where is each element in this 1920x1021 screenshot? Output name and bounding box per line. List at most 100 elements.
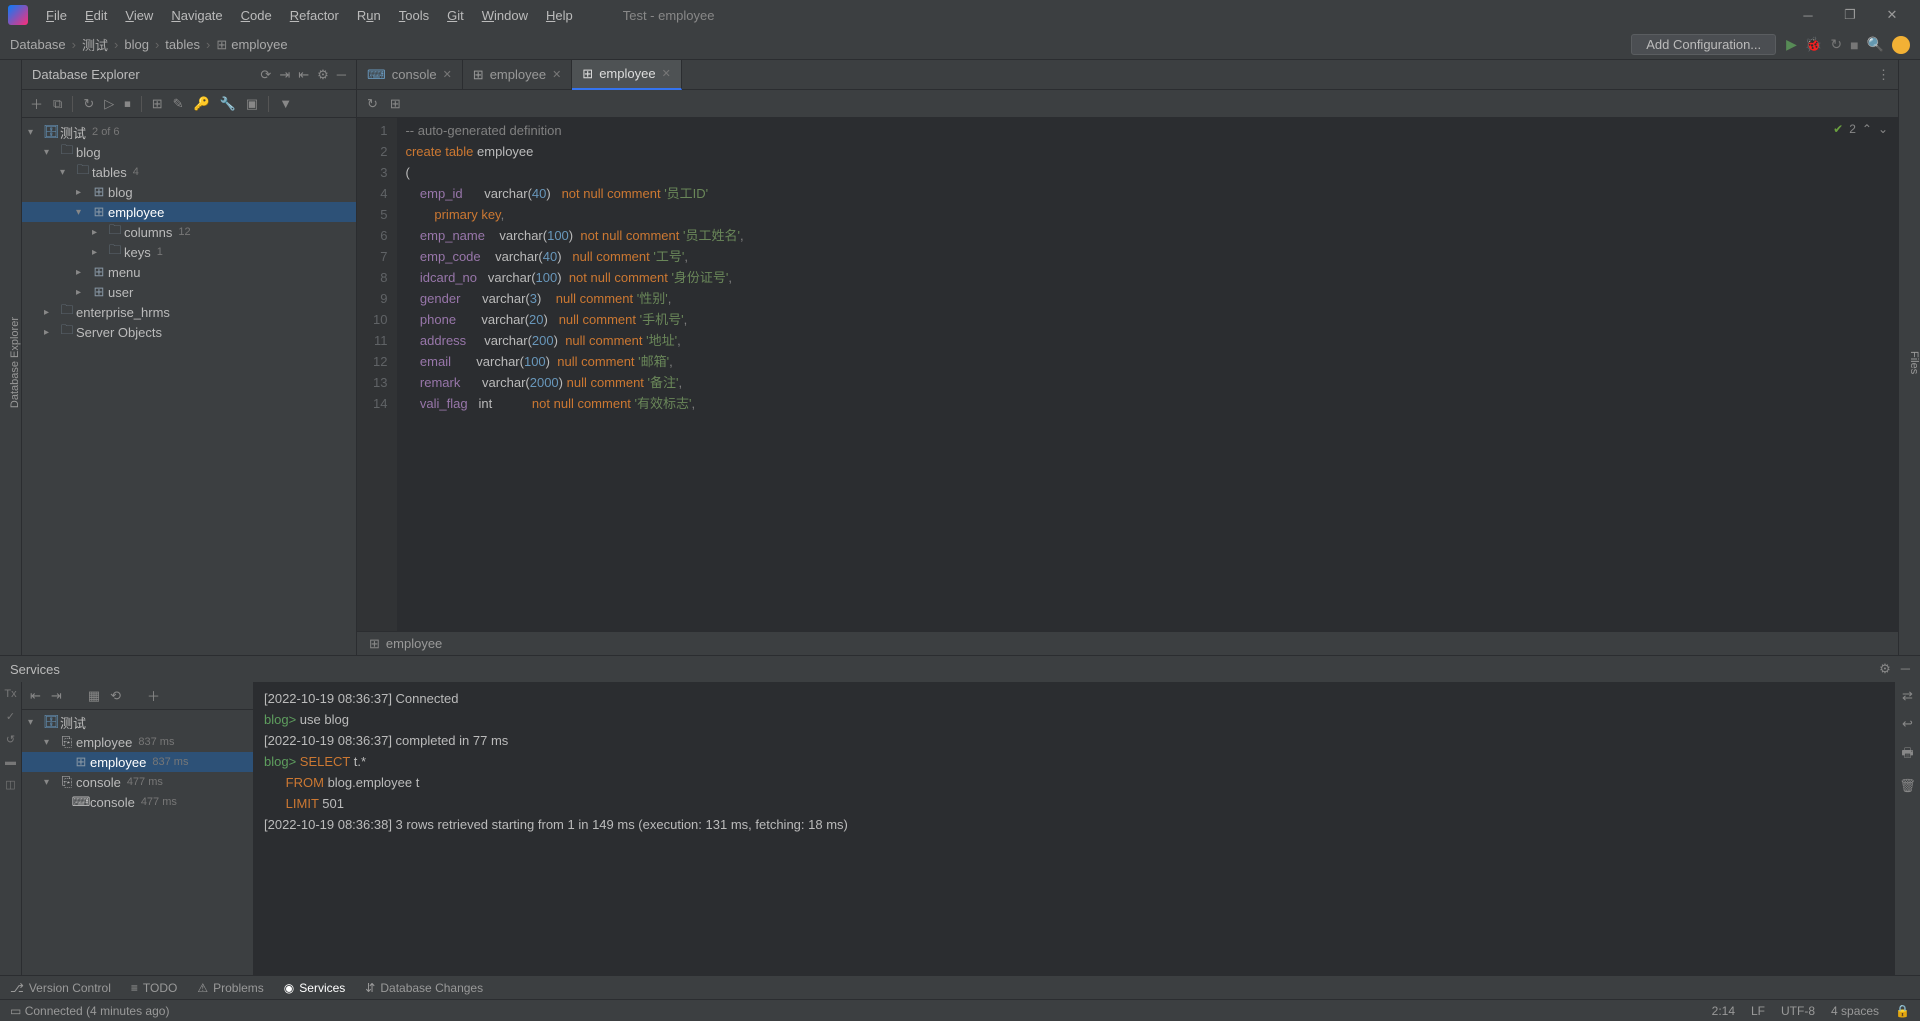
- tool-icon[interactable]: 🔧: [220, 96, 236, 112]
- tree-table-user[interactable]: ▸⊞ user: [22, 282, 356, 302]
- avatar-icon[interactable]: [1892, 36, 1910, 54]
- menu-tools[interactable]: Tools: [391, 5, 437, 26]
- menu-code[interactable]: Code: [233, 5, 280, 26]
- status-line-ending[interactable]: LF: [1751, 1004, 1765, 1018]
- key-icon[interactable]: 🔑: [194, 96, 210, 112]
- debug-icon[interactable]: 🐞: [1805, 36, 1822, 53]
- minimize-icon[interactable]: ─: [1788, 0, 1828, 30]
- tree-schema-blog[interactable]: ▾🗀 blog: [22, 142, 356, 162]
- expand-icon[interactable]: ⇥: [51, 688, 62, 704]
- menu-run[interactable]: Run: [349, 5, 389, 26]
- chevron-down-icon[interactable]: ⌄: [1878, 122, 1888, 136]
- tree-table-blog[interactable]: ▸⊞ blog: [22, 182, 356, 202]
- table-icon[interactable]: ⊞: [152, 96, 163, 112]
- tree-datasource[interactable]: ▾🗄 测试 2 of 6: [22, 122, 356, 142]
- refresh-icon[interactable]: ↻: [83, 96, 94, 112]
- add-icon[interactable]: ＋: [147, 686, 160, 705]
- minimize-panel-icon[interactable]: ─: [1901, 661, 1910, 677]
- lock-icon[interactable]: 🔒: [1895, 1004, 1910, 1018]
- tool-version-control[interactable]: ⎇Version Control: [10, 981, 111, 995]
- services-output[interactable]: [2022-10-19 08:36:37] Connectedblog> use…: [254, 682, 1894, 975]
- services-tree-console-result[interactable]: ⌨ console 477 ms: [22, 792, 253, 812]
- print-icon[interactable]: 🖶: [1901, 744, 1913, 766]
- chevron-up-icon[interactable]: ⌃: [1862, 122, 1872, 136]
- grid-icon[interactable]: ▦: [88, 688, 100, 704]
- layout-icon[interactable]: ◫: [5, 778, 15, 791]
- console-icon[interactable]: ▣: [246, 96, 258, 112]
- run-icon[interactable]: ▶: [1786, 36, 1797, 53]
- rerun-icon[interactable]: ↻: [1830, 36, 1842, 53]
- collapse-icon[interactable]: ⇥: [279, 67, 290, 83]
- menu-edit[interactable]: Edit: [77, 5, 115, 26]
- tab-employee-1[interactable]: ⊞ employee ✕: [463, 60, 573, 90]
- gear-icon[interactable]: ⚙: [1879, 661, 1891, 677]
- rail-database-explorer[interactable]: Database Explorer: [9, 317, 21, 408]
- run-sql-icon[interactable]: ▷: [104, 96, 114, 112]
- scroll-icon[interactable]: ⇄: [1902, 688, 1913, 704]
- breadcrumb-item[interactable]: tables: [165, 37, 200, 52]
- add-configuration-button[interactable]: Add Configuration...: [1631, 34, 1776, 55]
- trash-icon[interactable]: 🗑: [1899, 778, 1916, 794]
- tree-schema-enterprise[interactable]: ▸🗀 enterprise_hrms: [22, 302, 356, 322]
- tool-db-changes[interactable]: ⇵Database Changes: [365, 981, 483, 995]
- menu-navigate[interactable]: Navigate: [163, 5, 230, 26]
- minimize-panel-icon[interactable]: ─: [337, 67, 346, 83]
- edit-icon[interactable]: ✎: [173, 96, 184, 112]
- wrap-icon[interactable]: ↩: [1902, 716, 1913, 732]
- tree-table-menu[interactable]: ▸⊞ menu: [22, 262, 356, 282]
- history-icon[interactable]: ⟲: [110, 688, 121, 704]
- status-encoding[interactable]: UTF-8: [1781, 1004, 1815, 1018]
- maximize-icon[interactable]: ❐: [1830, 0, 1870, 30]
- rollback-icon[interactable]: ↺: [6, 733, 15, 746]
- close-icon[interactable]: ✕: [662, 67, 671, 80]
- stop-sql-icon[interactable]: ⏹: [124, 96, 131, 112]
- code-editor[interactable]: 1234567891011121314 ✔ 2 ⌃ ⌄ -- auto-gene…: [357, 118, 1898, 631]
- collapse-icon[interactable]: ⇤: [30, 688, 41, 704]
- tab-console[interactable]: ⌨ console ✕: [357, 60, 463, 90]
- stop-icon[interactable]: ■: [1850, 37, 1858, 53]
- breadcrumb-item[interactable]: employee: [231, 37, 287, 52]
- bookmark-icon[interactable]: ▬: [5, 756, 16, 768]
- menu-window[interactable]: Window: [474, 5, 536, 26]
- menu-refactor[interactable]: Refactor: [282, 5, 347, 26]
- tool-services[interactable]: ◉Services: [284, 981, 346, 995]
- menu-file[interactable]: File: [38, 5, 75, 26]
- expand-icon[interactable]: ⇤: [298, 67, 309, 83]
- status-cursor-pos[interactable]: 2:14: [1712, 1004, 1735, 1018]
- close-icon[interactable]: ✕: [443, 68, 452, 81]
- check-icon[interactable]: ✓: [6, 710, 15, 723]
- tree-columns[interactable]: ▸🗀 columns 12: [22, 222, 356, 242]
- add-icon[interactable]: ＋: [30, 94, 43, 113]
- sync-icon[interactable]: ⟳: [260, 67, 271, 83]
- close-icon[interactable]: ✕: [1872, 0, 1912, 30]
- services-tree-employee[interactable]: ▾⎘ employee 837 ms: [22, 732, 253, 752]
- menu-help[interactable]: Help: [538, 5, 581, 26]
- close-icon[interactable]: ✕: [552, 68, 561, 81]
- refresh-icon[interactable]: ↻: [367, 96, 378, 112]
- breadcrumb-item[interactable]: blog: [124, 37, 149, 52]
- breadcrumb-item[interactable]: 测试: [82, 35, 108, 54]
- search-icon[interactable]: 🔍: [1867, 36, 1884, 53]
- tree-tables[interactable]: ▾🗀 tables 4: [22, 162, 356, 182]
- more-icon[interactable]: ⋮: [1869, 67, 1898, 83]
- tab-employee-2[interactable]: ⊞ employee ✕: [572, 60, 682, 90]
- services-tree-employee-result[interactable]: ⊞ employee 837 ms: [22, 752, 253, 772]
- menu-view[interactable]: View: [117, 5, 161, 26]
- tree-table-employee[interactable]: ▾⊞ employee: [22, 202, 356, 222]
- table-view-icon[interactable]: ⊞: [390, 96, 401, 112]
- copy-icon[interactable]: ⧉: [53, 96, 62, 112]
- services-tree-datasource[interactable]: ▾🗄 测试: [22, 712, 253, 732]
- rail-files[interactable]: Files: [1908, 351, 1920, 374]
- tree-keys[interactable]: ▸🗀 keys 1: [22, 242, 356, 262]
- status-indent[interactable]: 4 spaces: [1831, 1004, 1879, 1018]
- breadcrumb-item[interactable]: Database: [10, 37, 66, 52]
- tx-icon[interactable]: Tx: [4, 688, 16, 700]
- tool-problems[interactable]: ⚠Problems: [197, 981, 263, 995]
- tool-todo[interactable]: ≡TODO: [131, 981, 177, 995]
- filter-icon[interactable]: ▼: [279, 96, 292, 111]
- editor-footer-breadcrumb[interactable]: employee: [386, 636, 442, 651]
- services-tree-console[interactable]: ▾⎘ console 477 ms: [22, 772, 253, 792]
- gear-icon[interactable]: ⚙: [317, 67, 329, 83]
- tree-server-objects[interactable]: ▸🗀 Server Objects: [22, 322, 356, 342]
- menu-git[interactable]: Git: [439, 5, 472, 26]
